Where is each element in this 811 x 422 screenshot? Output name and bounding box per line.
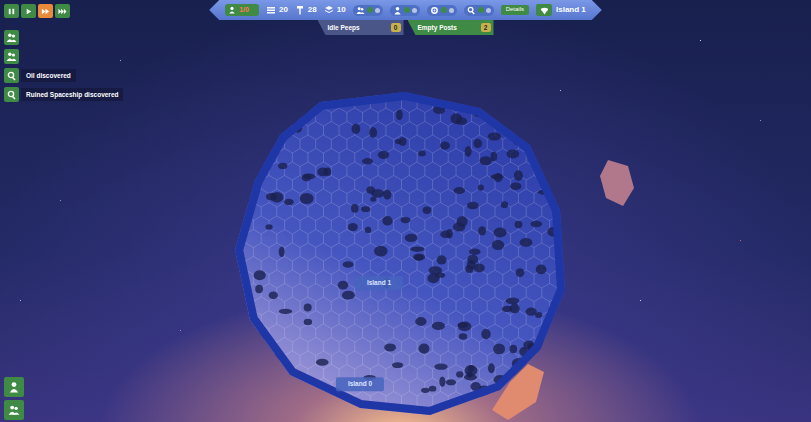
floating-rock <box>488 362 548 422</box>
island-map[interactable] <box>230 90 570 420</box>
layers-icon <box>324 5 334 15</box>
peeps-button[interactable] <box>4 49 19 64</box>
speed-button[interactable] <box>55 4 70 18</box>
build-button[interactable] <box>4 377 24 397</box>
fast-icon <box>41 7 50 16</box>
faster-icon <box>58 7 67 16</box>
resource-value: 10 <box>337 4 346 16</box>
indicator[interactable] <box>427 5 457 16</box>
resource-bar: 1/0 20 28 10 Details Island 1 <box>209 0 602 20</box>
manage-button[interactable] <box>4 400 24 420</box>
island-selector[interactable]: Island 1 <box>536 4 586 16</box>
status-count: 0 <box>391 23 401 33</box>
resource-value: 20 <box>279 4 288 16</box>
indicator-dot <box>367 7 373 13</box>
notification-text: Ruined Spaceship discovered <box>21 88 123 102</box>
speed-button[interactable] <box>21 4 36 18</box>
status-label: Idle Peeps <box>328 23 360 33</box>
population-value: 1/0 <box>239 5 249 16</box>
status-bar: Idle Peeps 0 Empty Posts 2 <box>318 20 494 35</box>
person-icon <box>8 381 20 393</box>
person-icon <box>228 6 236 14</box>
resource: 20 <box>266 4 288 16</box>
notification[interactable]: Ruined Spaceship discovered <box>4 87 123 102</box>
indicator[interactable] <box>353 5 383 16</box>
resource-value: 28 <box>308 4 317 16</box>
island-label[interactable]: Island 0 <box>336 377 384 391</box>
game-view[interactable]: Island 1 Island 0 Oil discovered Ruined Spa… <box>0 0 811 422</box>
play-icon <box>24 7 33 16</box>
pause-icon <box>7 7 16 16</box>
island-icon <box>540 6 549 15</box>
planks-icon <box>266 5 276 15</box>
magnifier-icon <box>467 6 476 15</box>
indicator[interactable] <box>464 5 494 16</box>
indicator-dot <box>375 8 380 13</box>
floating-rock <box>598 158 638 208</box>
people-icon <box>6 51 17 62</box>
details-button[interactable]: Details <box>501 5 529 15</box>
person-icon <box>393 6 402 15</box>
peeps-button[interactable] <box>4 30 19 45</box>
bottom-toolbar <box>4 377 24 420</box>
indicator-dot <box>412 8 417 13</box>
people-icon <box>8 404 20 416</box>
speed-controls <box>4 4 70 18</box>
hammer-icon <box>295 5 305 15</box>
starfield <box>0 0 1 1</box>
indicator-dot <box>441 7 447 13</box>
indicator-dot <box>404 7 410 13</box>
resource: 10 <box>324 4 346 16</box>
status-box[interactable]: Idle Peeps 0 <box>318 20 404 35</box>
indicator[interactable] <box>390 5 420 16</box>
indicator-dot <box>449 8 454 13</box>
speed-button[interactable] <box>4 4 19 18</box>
status-box[interactable]: Empty Posts 2 <box>408 20 494 35</box>
gear-icon <box>430 6 439 15</box>
notification-text: Oil discovered <box>21 69 76 83</box>
speed-button[interactable] <box>38 4 53 18</box>
magnifier-icon <box>7 71 17 81</box>
indicator-dot <box>486 8 491 13</box>
notification-list: Oil discovered Ruined Spaceship discovere… <box>4 30 123 102</box>
people-icon <box>356 6 365 15</box>
people-icon <box>6 32 17 43</box>
discovery-button[interactable] <box>4 68 19 83</box>
notification[interactable]: Oil discovered <box>4 68 123 83</box>
magnifier-icon <box>7 90 17 100</box>
island-label[interactable]: Island 1 <box>355 276 403 290</box>
top-hud: 1/0 20 28 10 Details Island 1 Idle Peeps 0 Empty… <box>0 0 811 35</box>
island-name: Island 1 <box>556 4 586 16</box>
indicator-dot <box>478 7 484 13</box>
status-label: Empty Posts <box>418 23 457 33</box>
resource: 28 <box>295 4 317 16</box>
island-button[interactable] <box>536 4 552 16</box>
discovery-button[interactable] <box>4 87 19 102</box>
population-pill[interactable]: 1/0 <box>225 4 259 17</box>
status-count: 2 <box>481 23 491 33</box>
